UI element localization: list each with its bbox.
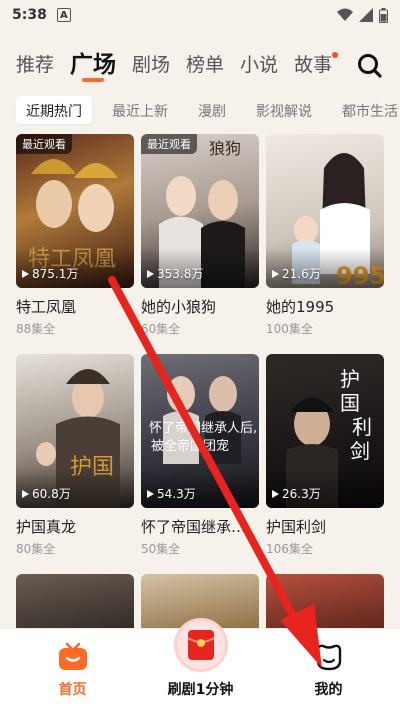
drama-title: 她的1995 [266, 298, 335, 316]
notification-icon: A [56, 8, 71, 22]
tab-recommend[interactable]: 推荐 [16, 44, 54, 86]
play-icon [272, 269, 279, 278]
status-bar: 5:38 A [0, 0, 400, 30]
search-icon[interactable] [356, 52, 384, 80]
drama-poster[interactable]: 995 21.6万 [266, 134, 384, 288]
drama-card[interactable]: 995 21.6万 她的1995 100集全 [266, 134, 384, 337]
drama-title: 怀了帝国继承人... [141, 518, 259, 536]
episode-count: 60集全 [141, 322, 181, 336]
tab-story[interactable]: 故事 [294, 44, 339, 86]
play-icon [272, 489, 279, 498]
nav-home-label: 首页 [58, 682, 87, 698]
tab-ranking[interactable]: 榜单 [186, 44, 224, 86]
svg-text:剑: 剑 [350, 439, 370, 463]
red-envelope-icon [187, 630, 215, 660]
play-count: 875.1万 [22, 265, 78, 282]
drama-card[interactable]: 狼狗 最近观看 353.8万 她的小狼狗 60集全 [141, 134, 259, 337]
svg-text:怀了帝国继承人后,: 怀了帝国继承人后, [149, 420, 257, 436]
recently-watched-badge: 最近观看 [16, 134, 72, 154]
signal-icon [359, 8, 373, 22]
chip-comic-drama[interactable]: 漫剧 [188, 96, 236, 124]
drama-card[interactable]: 特工凤凰 最近观看 875.1万 特工凤凰 88集全 [16, 134, 134, 337]
tab-theater[interactable]: 剧场 [132, 44, 170, 86]
drama-card[interactable]: 怀了帝国继承人后, 被全帝国团宠 54.3万 怀了帝国继承人... 50集全 [141, 354, 259, 557]
play-icon [147, 269, 154, 278]
status-icons [337, 7, 388, 23]
drama-poster[interactable]: 护 国 利 剑 26.3万 [266, 354, 384, 508]
episode-count: 50集全 [141, 542, 181, 556]
nav-home[interactable]: 首页 [6, 629, 139, 712]
svg-text:护: 护 [340, 367, 360, 391]
top-nav: 推荐 广场 剧场 榜单 小说 故事 [0, 44, 400, 86]
battery-icon [379, 7, 388, 23]
play-count: 26.3万 [272, 485, 321, 502]
play-count: 21.6万 [272, 265, 321, 282]
drama-poster[interactable]: 怀了帝国继承人后, 被全帝国团宠 54.3万 [141, 354, 259, 508]
tab-novel[interactable]: 小说 [240, 44, 278, 86]
drama-poster-partial[interactable] [266, 574, 384, 634]
svg-text:利: 利 [352, 415, 372, 439]
episode-count: 80集全 [16, 542, 56, 556]
chip-film-commentary[interactable]: 影视解说 [246, 96, 322, 124]
nav-me-label: 我的 [314, 682, 343, 698]
drama-title: 护国真龙 [16, 518, 77, 536]
episode-count: 88集全 [16, 322, 56, 336]
drama-title: 护国利剑 [266, 518, 327, 536]
drama-poster[interactable]: 特工凤凰 最近观看 875.1万 [16, 134, 134, 288]
episode-count: 106集全 [266, 542, 313, 556]
home-tv-icon [59, 643, 87, 670]
drama-poster[interactable]: 狼狗 最近观看 353.8万 [141, 134, 259, 288]
play-count: 54.3万 [147, 485, 196, 502]
category-chips: 近期热门 最近上新 漫剧 影视解说 都市生活 [16, 96, 400, 124]
svg-text:国: 国 [340, 391, 360, 415]
svg-text:被全帝国团宠: 被全帝国团宠 [151, 438, 229, 454]
drama-title: 特工凤凰 [16, 298, 77, 316]
drama-card[interactable]: 护 国 利 剑 26.3万 护国利剑 106集全 [266, 354, 384, 557]
status-time: 5:38 [12, 7, 47, 23]
nav-short-drama-label: 刷剧1分钟 [167, 682, 234, 698]
tab-story-label: 故事 [294, 54, 333, 76]
play-icon [22, 269, 29, 278]
play-icon [22, 489, 29, 498]
recently-watched-badge: 最近观看 [141, 134, 197, 154]
tab-plaza[interactable]: 广场 [70, 44, 116, 86]
drama-title: 她的小狼狗 [141, 298, 217, 316]
profile-face-icon [316, 644, 342, 671]
chip-urban-life[interactable]: 都市生活 [332, 96, 400, 124]
svg-text:狼狗: 狼狗 [209, 139, 241, 158]
red-envelope-button[interactable] [174, 618, 228, 672]
chip-recent-hot[interactable]: 近期热门 [16, 96, 92, 124]
drama-poster-partial[interactable] [16, 574, 134, 634]
play-count: 60.8万 [22, 485, 71, 502]
nav-me[interactable]: 我的 [262, 629, 395, 712]
chip-new[interactable]: 最近上新 [102, 96, 178, 124]
play-count: 353.8万 [147, 265, 203, 282]
drama-poster[interactable]: 护国 60.8万 [16, 354, 134, 508]
wifi-icon [337, 8, 353, 21]
episode-count: 100集全 [266, 322, 313, 336]
drama-card[interactable]: 护国 60.8万 护国真龙 80集全 [16, 354, 134, 557]
new-dot-indicator [332, 52, 339, 58]
play-icon [147, 489, 154, 498]
